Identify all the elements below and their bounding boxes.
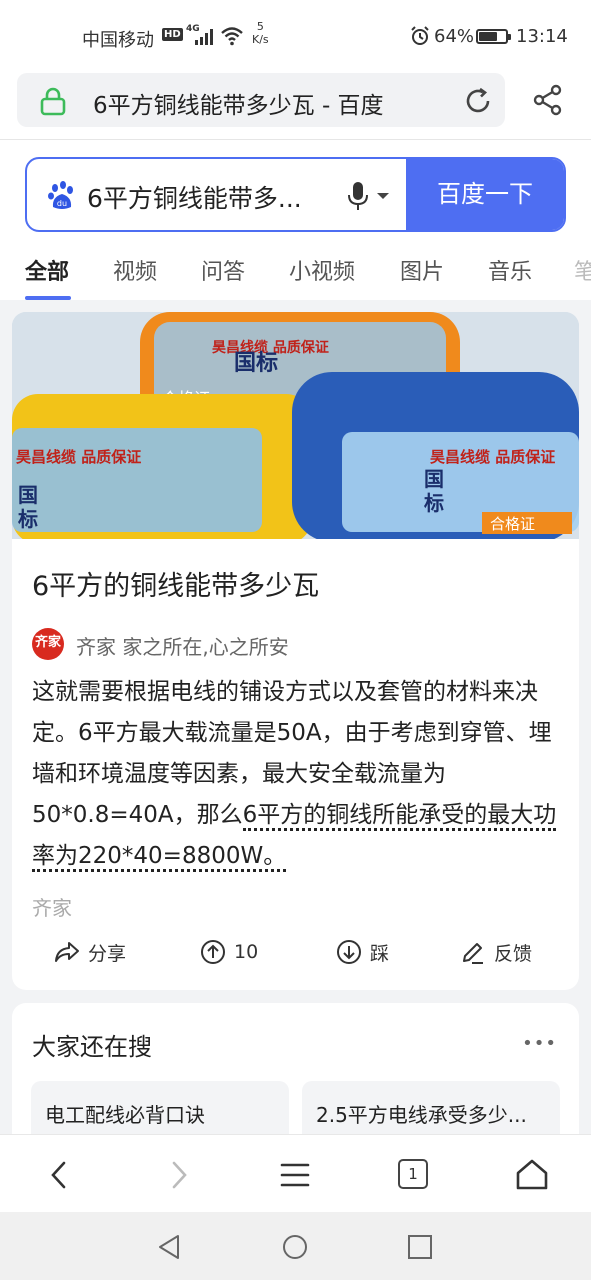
browser-toolbar: 1 bbox=[0, 1134, 591, 1212]
more-options-icon[interactable]: ••• bbox=[522, 1033, 557, 1054]
share-arrow-icon bbox=[55, 942, 79, 962]
downvote-label: 踩 bbox=[370, 942, 390, 965]
status-bar: 中国移动 HD 4G 5 K/s 64% 13:14 bbox=[0, 0, 591, 70]
page-title: 6平方铜线能带多少瓦 - 百度 bbox=[93, 93, 384, 119]
footer-source: 齐家 bbox=[32, 896, 72, 920]
share-icon[interactable] bbox=[532, 84, 564, 116]
hd-icon: HD bbox=[162, 28, 183, 41]
tab-short-video[interactable]: 小视频 bbox=[289, 254, 355, 286]
result-title[interactable]: 6平方的铜线能带多少瓦 bbox=[32, 564, 319, 603]
forward-icon[interactable] bbox=[160, 1157, 196, 1193]
carrier-name: 中国移动 bbox=[82, 30, 154, 51]
upvote-icon bbox=[201, 940, 225, 964]
wifi-icon bbox=[221, 27, 243, 46]
wire-brand-label-left: 昊昌线缆 品质保证 bbox=[16, 448, 141, 466]
svg-text:国: 国 bbox=[18, 483, 38, 507]
speed-value: 5 bbox=[256, 20, 264, 33]
tab-qa[interactable]: 问答 bbox=[201, 254, 245, 286]
upvote-button[interactable]: 10 bbox=[200, 934, 258, 970]
wire-brand-label-right: 昊昌线缆 品质保证 bbox=[430, 448, 555, 466]
active-tab-indicator bbox=[25, 296, 71, 300]
svg-text:国: 国 bbox=[424, 467, 444, 491]
reload-icon[interactable] bbox=[463, 86, 493, 116]
back-icon[interactable] bbox=[42, 1157, 78, 1193]
tab-video[interactable]: 视频 bbox=[113, 254, 157, 286]
alarm-icon bbox=[411, 26, 429, 45]
chevron-down-icon[interactable] bbox=[376, 191, 390, 201]
home-icon[interactable] bbox=[514, 1157, 550, 1193]
signal-icon bbox=[195, 29, 213, 45]
search-button[interactable]: 百度一下 bbox=[406, 159, 564, 230]
source-logo: 齐家 bbox=[32, 628, 64, 660]
downvote-button[interactable]: 踩 bbox=[336, 934, 389, 970]
source-name: 齐家 家之所在,心之所安 bbox=[76, 635, 289, 659]
tab-count-button[interactable]: 1 bbox=[398, 1159, 428, 1189]
share-label: 分享 bbox=[88, 942, 127, 965]
tab-images[interactable]: 图片 bbox=[400, 254, 444, 286]
battery-icon bbox=[476, 29, 511, 44]
result-card[interactable]: 昊昌线缆 品质保证 国标 合格证 昊昌线缆 品质保证 国 标 昊昌线缆 品质保证… bbox=[12, 312, 579, 990]
lock-icon bbox=[40, 87, 66, 116]
tab-all[interactable]: 全部 bbox=[25, 254, 69, 286]
feedback-label: 反馈 bbox=[494, 942, 533, 965]
related-heading: 大家还在搜 bbox=[32, 1033, 152, 1061]
search-input[interactable]: 6平方铜线能带多... bbox=[87, 179, 342, 215]
svg-text:标: 标 bbox=[424, 491, 444, 515]
system-navigation-bar bbox=[0, 1212, 591, 1280]
svg-text:标: 标 bbox=[18, 507, 38, 531]
result-image[interactable]: 昊昌线缆 品质保证 国标 合格证 昊昌线缆 品质保证 国 标 昊昌线缆 品质保证… bbox=[12, 312, 579, 539]
search-box: du 6平方铜线能带多... 百度一下 bbox=[25, 157, 566, 232]
tab-more[interactable]: 笔 bbox=[574, 254, 591, 286]
svg-text:du: du bbox=[57, 199, 67, 208]
network-speed: 5 K/s bbox=[252, 20, 269, 46]
search-area: du 6平方铜线能带多... 百度一下 全部 视频 问答 小视频 图片 音乐 笔 bbox=[0, 140, 591, 300]
menu-icon[interactable] bbox=[277, 1157, 313, 1193]
battery-level bbox=[479, 32, 497, 41]
upvote-count: 10 bbox=[234, 941, 259, 963]
guobiao-label: 国标 bbox=[234, 350, 278, 376]
result-actions: 分享 10 踩 反馈 bbox=[12, 934, 579, 970]
related-searches: 大家还在搜 ••• 电工配线必背口诀 2.5平方电线承受多少... bbox=[12, 1003, 579, 1153]
system-back-icon[interactable] bbox=[154, 1232, 184, 1262]
baidu-paw-icon: du bbox=[48, 181, 73, 209]
svg-text:合格证: 合格证 bbox=[490, 515, 535, 533]
speed-unit: K/s bbox=[252, 33, 269, 46]
system-home-icon[interactable] bbox=[280, 1232, 310, 1262]
result-abstract[interactable]: 这就需要根据电线的铺设方式以及套管的材料来决定。6平方最大载流量是50A，由于考… bbox=[32, 672, 562, 877]
search-tabs: 全部 视频 问答 小视频 图片 音乐 笔 bbox=[0, 250, 591, 300]
feedback-button[interactable]: 反馈 bbox=[460, 934, 532, 970]
microphone-icon[interactable] bbox=[347, 181, 369, 211]
pencil-icon bbox=[463, 943, 483, 964]
address-bar[interactable]: 6平方铜线能带多少瓦 - 百度 bbox=[17, 73, 505, 127]
downvote-icon bbox=[337, 940, 361, 964]
tab-music[interactable]: 音乐 bbox=[488, 254, 532, 286]
system-recents-icon[interactable] bbox=[405, 1232, 435, 1262]
share-button[interactable]: 分享 bbox=[54, 934, 126, 970]
address-bar-row: 6平方铜线能带多少瓦 - 百度 bbox=[0, 70, 591, 140]
clock: 13:14 bbox=[516, 26, 568, 47]
battery-percent: 64% bbox=[434, 26, 475, 47]
